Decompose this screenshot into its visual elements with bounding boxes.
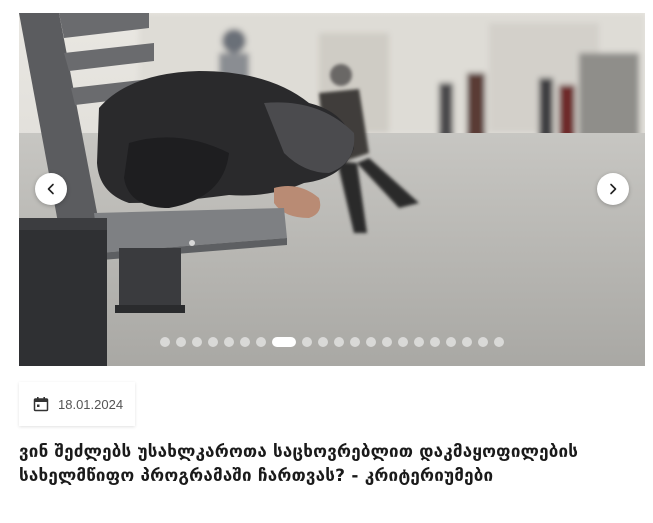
carousel-dot[interactable] [176,337,186,347]
carousel-dot[interactable] [240,337,250,347]
carousel-dot[interactable] [350,337,360,347]
carousel-dot[interactable] [224,337,234,347]
carousel-dot[interactable] [478,337,488,347]
carousel-dot[interactable] [430,337,440,347]
carousel-dot[interactable] [160,337,170,347]
carousel-dot[interactable] [334,337,344,347]
image-carousel[interactable] [19,13,645,366]
article-title[interactable]: ვინ შეძლებს უსახლკაროთა საცხოვრებლით დაკ… [19,440,639,488]
article-photo [19,13,645,366]
carousel-dot-active[interactable] [272,337,296,347]
carousel-dot[interactable] [382,337,392,347]
carousel-dot[interactable] [208,337,218,347]
carousel-pagination [19,337,645,347]
chevron-right-icon [610,183,617,195]
carousel-next-button[interactable] [597,173,629,205]
carousel-dot[interactable] [256,337,266,347]
carousel-prev-button[interactable] [35,173,67,205]
carousel-dot[interactable] [302,337,312,347]
carousel-dot[interactable] [446,337,456,347]
date-badge: 18.01.2024 [19,382,136,426]
chevron-left-icon [47,183,54,195]
calendar-icon [33,397,49,412]
carousel-dot[interactable] [462,337,472,347]
article-date: 18.01.2024 [58,396,124,412]
carousel-dot[interactable] [414,337,424,347]
carousel-dot[interactable] [192,337,202,347]
carousel-dot[interactable] [366,337,376,347]
carousel-dot[interactable] [398,337,408,347]
carousel-dot[interactable] [318,337,328,347]
carousel-dot[interactable] [494,337,504,347]
